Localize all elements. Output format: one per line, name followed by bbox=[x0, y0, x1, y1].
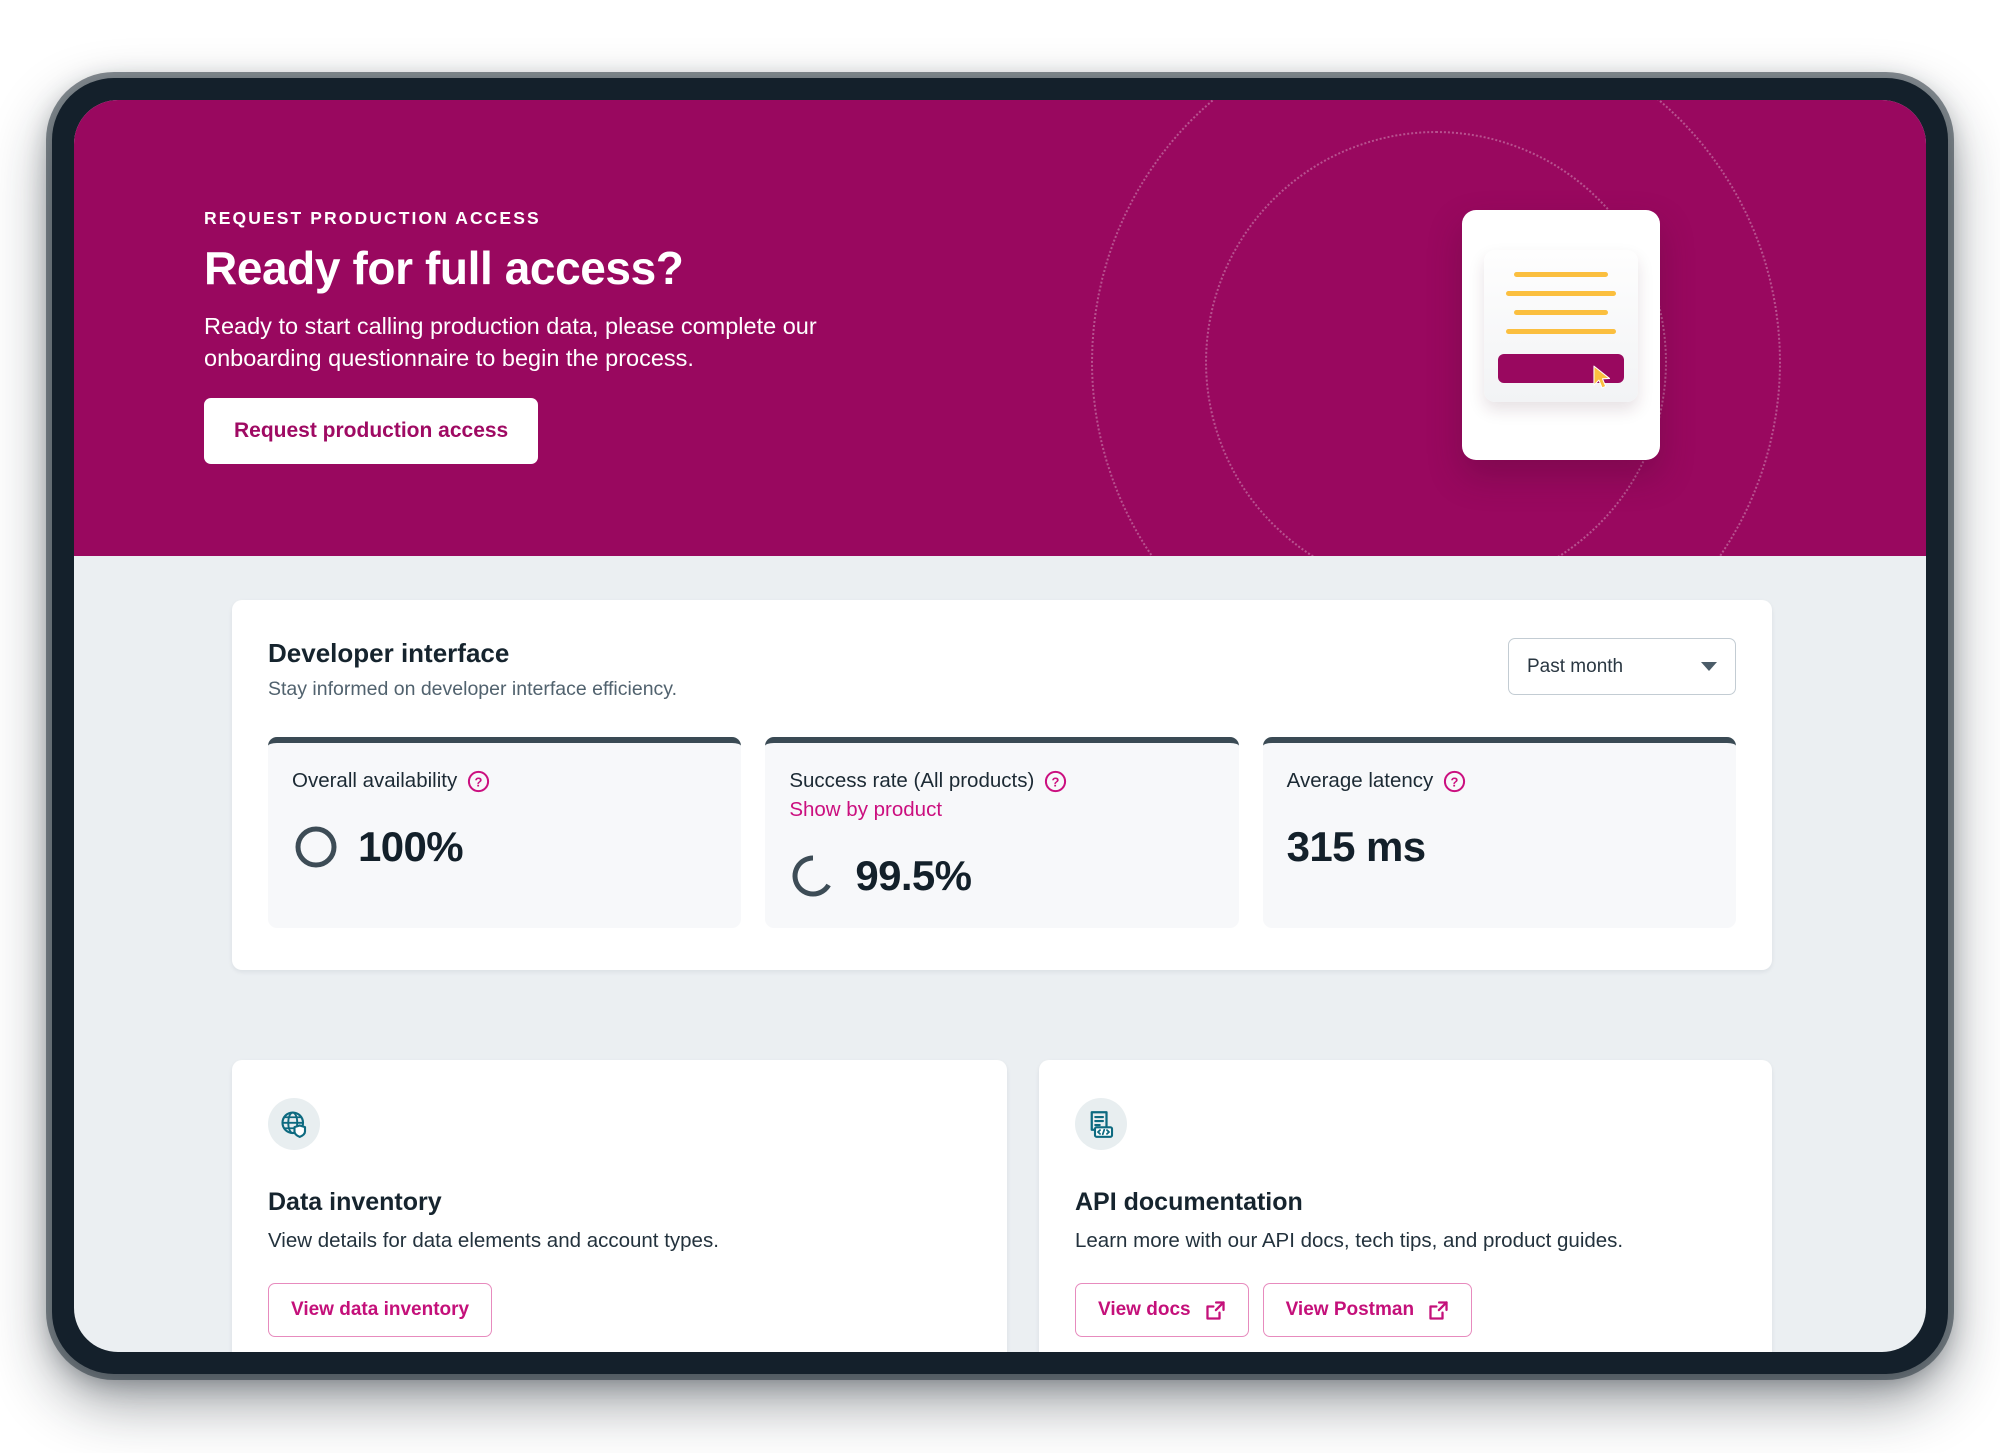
button-label: View Postman bbox=[1285, 1299, 1415, 1320]
metric-value: 315 ms bbox=[1286, 823, 1426, 870]
info-card-button-row: View data inventory bbox=[268, 1283, 971, 1337]
availability-gauge-icon bbox=[295, 826, 337, 868]
globe-shield-icon bbox=[281, 1111, 307, 1138]
hero-banner: REQUEST PRODUCTION ACCESS Ready for full… bbox=[74, 100, 1926, 556]
show-by-product-link[interactable]: Show by product bbox=[789, 798, 1214, 822]
view-data-inventory-button[interactable]: View data inventory bbox=[268, 1283, 493, 1337]
metric-value-row: 99.5% bbox=[789, 852, 1214, 900]
document-inner-card bbox=[1484, 250, 1638, 402]
chevron-down-icon bbox=[1701, 662, 1717, 671]
metric-label: Success rate (All products) bbox=[789, 769, 1035, 792]
info-card-title: Data inventory bbox=[268, 1188, 442, 1216]
decorative-dotted-rings bbox=[1076, 100, 1796, 556]
svg-text:?: ? bbox=[475, 774, 483, 789]
panel-heading-group: Developer interface Stay informed on dev… bbox=[268, 638, 677, 701]
metric-value-row: 315 ms bbox=[1287, 823, 1712, 871]
metric-label: Average latency bbox=[1286, 769, 1434, 792]
help-icon[interactable]: ? bbox=[467, 770, 490, 793]
page-title: Ready for full access? bbox=[204, 242, 684, 294]
metrics-row: Overall availability ? 100% Success rate… bbox=[268, 737, 1736, 928]
info-card-title: API documentation bbox=[1075, 1188, 1303, 1216]
info-cards-row: Data inventory View details for data ele… bbox=[232, 1060, 1772, 1352]
success-rate-gauge-icon bbox=[792, 855, 832, 897]
doc-line-3 bbox=[1514, 310, 1608, 315]
developer-interface-panel: Developer interface Stay informed on dev… bbox=[232, 600, 1772, 970]
device-frame: REQUEST PRODUCTION ACCESS Ready for full… bbox=[52, 78, 1948, 1374]
period-select[interactable]: Past month bbox=[1508, 638, 1736, 695]
arrow-cursor-icon bbox=[1593, 365, 1611, 389]
button-label: View data inventory bbox=[291, 1299, 470, 1320]
external-link-icon bbox=[1429, 1300, 1448, 1320]
metric-value: 99.5% bbox=[855, 852, 972, 899]
doc-line-4 bbox=[1506, 329, 1616, 334]
metric-card-success-rate: Success rate (All products) ? Show by pr… bbox=[765, 737, 1239, 928]
panel-subtitle: Stay informed on developer interface eff… bbox=[268, 678, 678, 700]
info-icon-background bbox=[268, 1098, 320, 1150]
doc-line-1 bbox=[1514, 272, 1608, 277]
metric-label-row: Success rate (All products) ? bbox=[789, 769, 1214, 793]
info-card-description: Learn more with our API docs, tech tips,… bbox=[1075, 1229, 1624, 1252]
info-card-api-documentation: API documentation Learn more with our AP… bbox=[1039, 1060, 1772, 1352]
api-code-document-icon bbox=[1090, 1111, 1114, 1138]
metric-label: Overall availability bbox=[292, 769, 458, 792]
metric-value-row: 100% bbox=[292, 823, 717, 871]
svg-text:?: ? bbox=[1052, 774, 1060, 789]
hero-text-block: REQUEST PRODUCTION ACCESS Ready for full… bbox=[204, 208, 904, 374]
request-production-access-button[interactable]: Request production access bbox=[204, 398, 539, 464]
button-label: View docs bbox=[1098, 1299, 1191, 1320]
metric-card-overall-availability: Overall availability ? 100% bbox=[268, 737, 742, 928]
external-link-icon bbox=[1205, 1300, 1225, 1320]
metric-label-row: Overall availability ? bbox=[292, 769, 717, 793]
questionnaire-document-illustration bbox=[1462, 210, 1660, 460]
help-icon[interactable]: ? bbox=[1443, 770, 1466, 793]
dotted-ring-outer bbox=[1091, 100, 1781, 556]
svg-text:?: ? bbox=[1451, 774, 1459, 789]
info-card-button-row: View docs View Postman bbox=[1075, 1283, 1736, 1337]
screen: REQUEST PRODUCTION ACCESS Ready for full… bbox=[74, 100, 1926, 1352]
hero-eyebrow: REQUEST PRODUCTION ACCESS bbox=[204, 208, 541, 228]
help-icon[interactable]: ? bbox=[1044, 770, 1067, 793]
view-postman-button[interactable]: View Postman bbox=[1262, 1283, 1473, 1337]
panel-title: Developer interface bbox=[268, 638, 510, 668]
period-select-value: Past month bbox=[1527, 655, 1624, 677]
info-card-data-inventory: Data inventory View details for data ele… bbox=[232, 1060, 1007, 1352]
info-card-description: View details for data elements and accou… bbox=[268, 1229, 719, 1252]
metric-card-average-latency: Average latency ? 315 ms bbox=[1262, 737, 1736, 928]
panel-header: Developer interface Stay informed on dev… bbox=[268, 638, 1736, 701]
view-docs-button[interactable]: View docs bbox=[1075, 1283, 1249, 1337]
info-icon-background bbox=[1075, 1098, 1127, 1150]
metric-label-row: Average latency ? bbox=[1287, 769, 1712, 793]
hero-subtitle: Ready to start calling production data, … bbox=[204, 312, 817, 372]
metric-value: 100% bbox=[358, 823, 464, 870]
doc-line-2 bbox=[1506, 291, 1616, 296]
